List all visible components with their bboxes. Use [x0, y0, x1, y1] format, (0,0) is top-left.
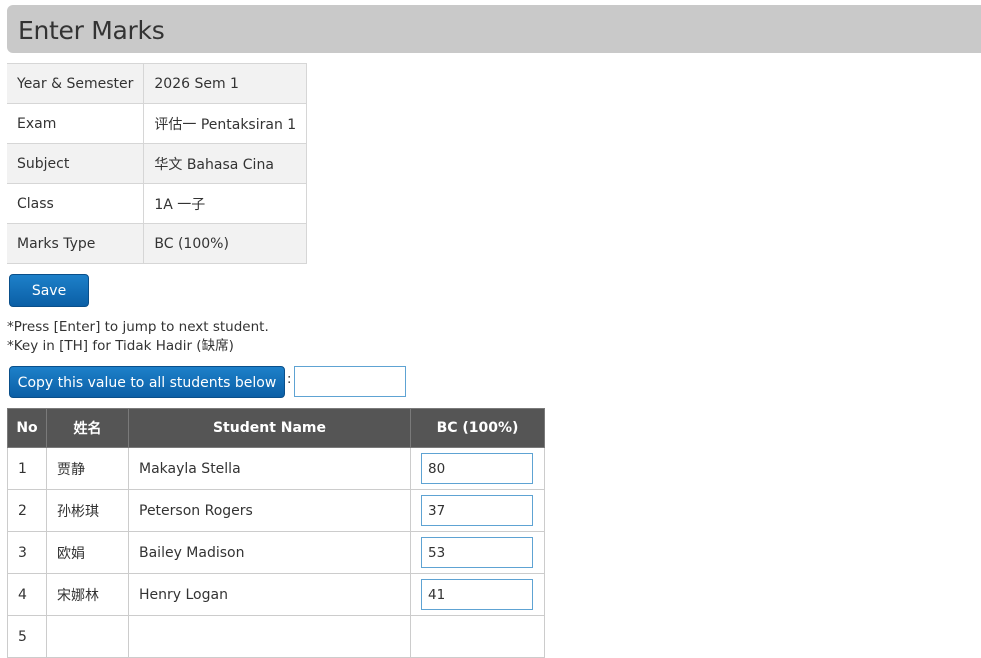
mark-input[interactable] [421, 453, 533, 484]
student-name: Henry Logan [128, 573, 411, 616]
info-row-class: Class 1A 一子 [7, 183, 308, 224]
row-number: 3 [7, 531, 47, 574]
header-marks: BC (100%) [410, 408, 545, 448]
info-value: 2026 Sem 1 [143, 63, 308, 104]
mark-input[interactable] [421, 537, 533, 568]
info-label: Exam [7, 103, 145, 144]
mark-cell [410, 447, 545, 490]
chinese-name: 宋娜林 [46, 573, 129, 616]
row-number: 2 [7, 489, 47, 532]
instruction-absent-note: *Key in [TH] for Tidak Hadir (缺席) [7, 338, 234, 354]
info-row-marks-type: Marks Type BC (100%) [7, 223, 308, 264]
header-chinese-name: 姓名 [46, 408, 129, 448]
chinese-name: 欧娟 [46, 531, 129, 574]
page-header: Enter Marks [7, 5, 981, 53]
info-row-subject: Subject 华文 Bahasa Cina [7, 143, 308, 184]
table-row: 5 [7, 615, 545, 658]
instructions: *Press [Enter] to jump to next student. … [7, 318, 269, 356]
mark-input[interactable] [421, 579, 533, 610]
mark-input[interactable] [421, 495, 533, 526]
table-row: 2 孙彬琪 Peterson Rogers [7, 489, 545, 532]
mark-cell [410, 531, 545, 574]
save-button[interactable]: Save [9, 274, 89, 307]
marks-table-header: No 姓名 Student Name BC (100%) [7, 408, 545, 448]
info-value: BC (100%) [143, 223, 308, 264]
table-row: 4 宋娜林 Henry Logan [7, 573, 545, 616]
chinese-name [46, 615, 129, 658]
header-no: No [7, 408, 47, 448]
instruction-enter-note: *Press [Enter] to jump to next student. [7, 319, 269, 335]
info-value: 1A 一子 [143, 183, 308, 224]
header-student-name: Student Name [128, 408, 411, 448]
exam-info-table: Year & Semester 2026 Sem 1 Exam 评估一 Pent… [7, 63, 308, 264]
page-title: Enter Marks [18, 16, 165, 45]
student-name: Bailey Madison [128, 531, 411, 574]
mark-cell [410, 489, 545, 532]
table-row: 1 贾静 Makayla Stella [7, 447, 545, 490]
info-label: Year & Semester [7, 63, 145, 104]
student-name [128, 615, 411, 658]
row-number: 4 [7, 573, 47, 616]
info-label: Marks Type [7, 223, 145, 264]
info-value: 华文 Bahasa Cina [143, 143, 308, 184]
student-name: Makayla Stella [128, 447, 411, 490]
student-name: Peterson Rogers [128, 489, 411, 532]
copy-separator: : [287, 372, 292, 387]
info-row-year-semester: Year & Semester 2026 Sem 1 [7, 63, 308, 104]
info-row-exam: Exam 评估一 Pentaksiran 1 [7, 103, 308, 144]
copy-value-input[interactable] [294, 366, 406, 397]
marks-table: No 姓名 Student Name BC (100%) 1 贾静 Makayl… [7, 408, 545, 658]
table-row: 3 欧娟 Bailey Madison [7, 531, 545, 574]
row-number: 5 [7, 615, 47, 658]
chinese-name: 贾静 [46, 447, 129, 490]
info-label: Class [7, 183, 145, 224]
chinese-name: 孙彬琪 [46, 489, 129, 532]
mark-cell [410, 615, 545, 658]
mark-cell [410, 573, 545, 616]
info-value: 评估一 Pentaksiran 1 [143, 103, 308, 144]
row-number: 1 [7, 447, 47, 490]
copy-to-all-button[interactable]: Copy this value to all students below [9, 366, 285, 398]
info-label: Subject [7, 143, 145, 184]
